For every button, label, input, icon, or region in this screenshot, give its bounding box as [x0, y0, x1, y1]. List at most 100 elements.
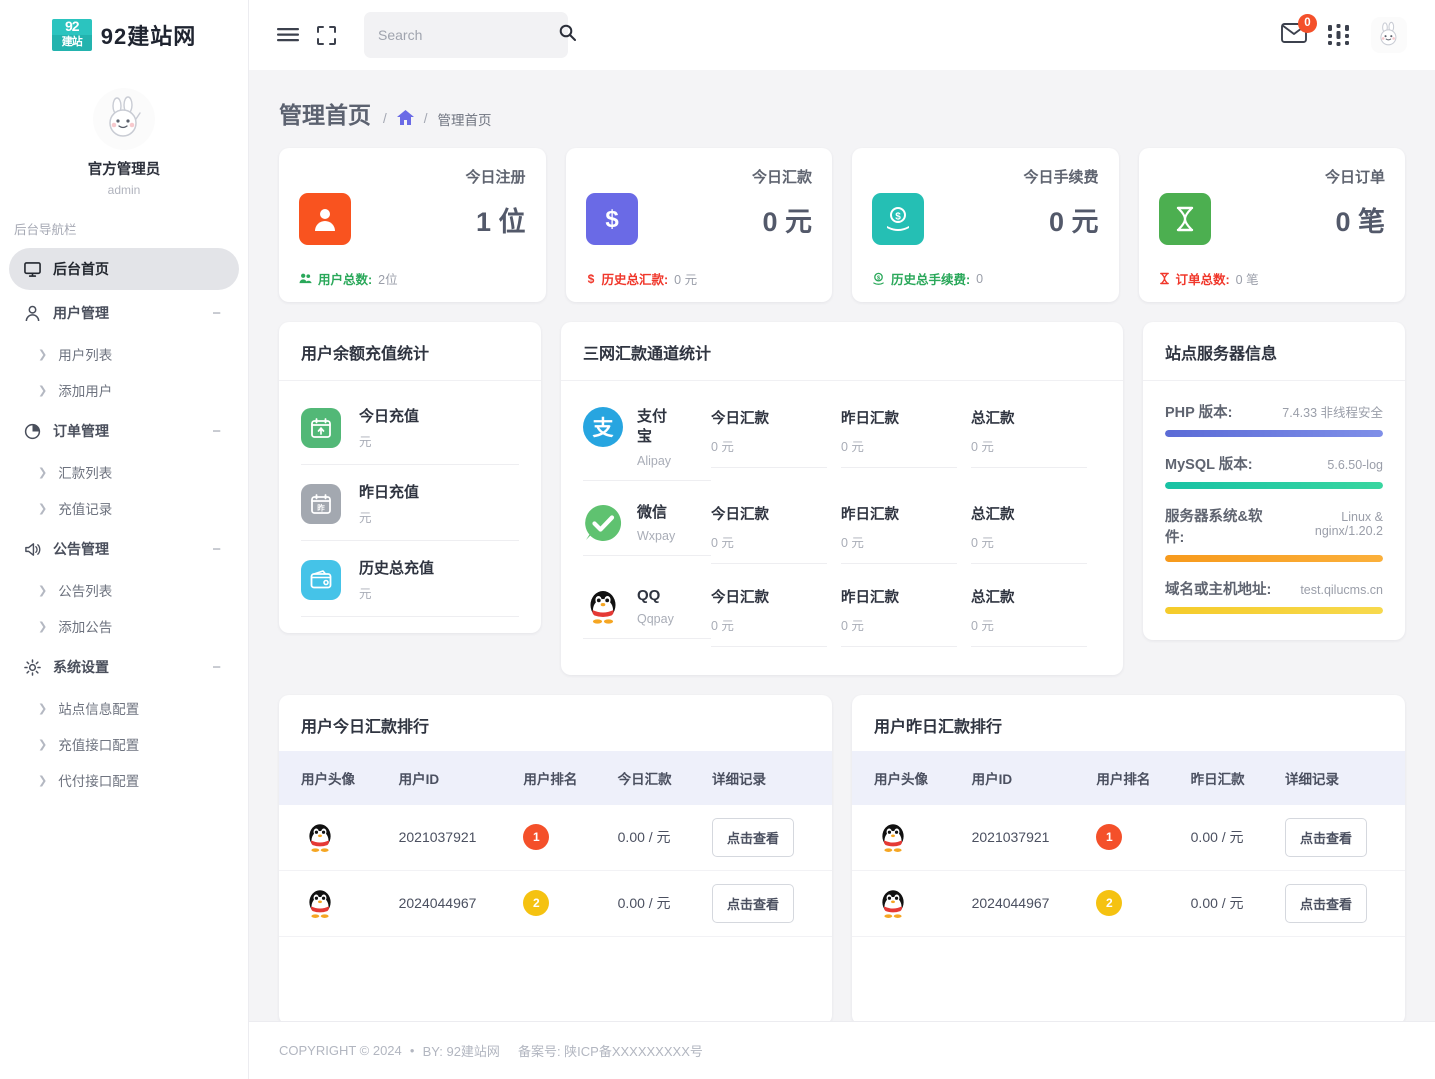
channel-name: QQ [637, 586, 661, 604]
stat-card-1[interactable]: 今日注册 1 位用户总数: 2位 [279, 148, 546, 302]
server-info-item-3: 服务器系统&软件: Linux & nginx/1.20.2 [1165, 493, 1383, 566]
view-detail-button[interactable]: 点击查看 [711, 883, 794, 923]
channel-col-value: 0 元 [711, 618, 734, 633]
search-input[interactable] [378, 27, 559, 43]
channel-panel-body: 支支付宝 Alipay 今日汇款 0 元昨日汇款 0 元总汇款 0 元微信 Wxpay 今日汇… [561, 381, 1123, 675]
rank-today-table: 用户头像 用户ID 用户排名 今日汇款 详细记录 2021037921 1 0.00 / 元点… [279, 750, 832, 937]
server-info-line: MySQL 版本: 5.6.50-log [1165, 453, 1383, 474]
table-row: 2021037921 1 0.00 / 元点击查看 [852, 804, 1405, 871]
alipay-icon: 支 [583, 407, 623, 447]
stat-card-2[interactable]: 今日汇款 $0 元 $ 历史总汇款: 0 元 [565, 148, 832, 302]
sidebar-item-4[interactable]: 公告管理 − [9, 528, 239, 570]
stat-card-foot-label: 历史总手续费: [891, 273, 971, 287]
view-detail-button[interactable]: 点击查看 [1284, 883, 1367, 923]
qq-penguin-icon [874, 884, 912, 922]
server-panel: 站点服务器信息 PHP 版本: 7.4.33 非线程安全 MySQL 版本: 5.6.… [1143, 322, 1405, 640]
user-icon [23, 304, 41, 322]
collapse-toggle-icon[interactable]: − [212, 659, 221, 676]
server-info-progress-fill [1165, 555, 1383, 562]
rank-today-col-3: 用户排名 [513, 750, 608, 805]
apps-grid-icon[interactable] [1327, 24, 1351, 46]
wallet-icon [309, 568, 333, 592]
channel-col-value: 0 元 [711, 440, 734, 454]
user-rank-cell: 1 [513, 804, 608, 871]
server-info-key: MySQL 版本: [1165, 457, 1253, 473]
stat-card-footer: $ 历史总汇款: 0 元 [586, 259, 813, 288]
sidebar-subitem-2-2[interactable]: ❯ 添加用户 [0, 372, 248, 408]
brand-logo-area[interactable]: 92 建站 92建站网 [0, 0, 248, 70]
channel-cell-1-3: 总汇款 0 元 [971, 393, 1087, 468]
sidebar-item-3[interactable]: 订单管理 − [9, 410, 239, 452]
stat-card-foot-label: 订单总数: [1175, 273, 1230, 287]
channel-cell-1-2: 昨日汇款 0 元 [841, 393, 957, 468]
sidebar-subitem-3-2[interactable]: ❯ 充值记录 [0, 490, 248, 526]
server-info-progress-fill [1165, 607, 1383, 614]
stat-card-footer: $ 历史总手续费: 0 [872, 259, 1099, 288]
sidebar-item-2[interactable]: 用户管理 − [9, 292, 239, 334]
sidebar-subitem-5-2[interactable]: ❯ 充值接口配置 [0, 726, 248, 762]
brand-logo-line2: 建站 [51, 35, 92, 51]
server-info-progress-track [1165, 430, 1383, 437]
sidebar-subitem-4-2[interactable]: ❯ 添加公告 [0, 608, 248, 644]
channel-subname: Wxpay [637, 528, 676, 543]
profile-name: 官方管理员 [87, 162, 161, 178]
sidebar-subitem-3-1[interactable]: ❯ 汇款列表 [0, 454, 248, 490]
qq-penguin-icon [301, 818, 339, 856]
channel-name-text: 微信 Wxpay [637, 503, 675, 543]
sidebar-item-label: 系统设置 [53, 659, 109, 675]
rank-yesterday-col-1: 用户头像 [852, 750, 962, 805]
user-avatar-button[interactable] [1371, 17, 1407, 53]
view-detail-button[interactable]: 点击查看 [1284, 817, 1367, 857]
channel-cell-2-3: 总汇款 0 元 [971, 489, 1087, 564]
channel-row-1: 支支付宝 Alipay 今日汇款 0 元 昨日汇款 0 元 总汇款 0 元 [583, 389, 1101, 485]
fullscreen-icon[interactable] [317, 25, 336, 45]
sidebar-subitem-4-1[interactable]: ❯ 公告列表 [0, 572, 248, 608]
server-panel-title: 站点服务器信息 [1143, 322, 1405, 381]
sidebar-subitem-label: 充值记录 [58, 502, 113, 517]
channel-col-value: 0 元 [841, 440, 864, 454]
monitor-icon [23, 260, 41, 278]
messages-button[interactable]: 0 [1281, 13, 1317, 48]
rank-tables-row: 用户今日汇款排行 用户头像 用户ID 用户排名 今日汇款 详细记录 2021037921 1… [249, 694, 1435, 1021]
stat-card-label: 今日手续费 [1023, 169, 1099, 186]
sidebar-item-5[interactable]: 系统设置 − [9, 646, 239, 688]
stat-card-value: 0 元 [1048, 206, 1099, 237]
amount-cell: 0.00 / 元 [607, 870, 702, 937]
profile-avatar[interactable] [93, 88, 155, 150]
sidebar-subitem-label: 站点信息配置 [58, 702, 140, 717]
calendar-yesterday-icon: 昨 [309, 492, 333, 516]
balance-row-3: 历史总充值元 [301, 541, 519, 617]
search-icon[interactable] [559, 24, 576, 46]
rank-badge: 1 [523, 824, 550, 850]
server-info-item-2: MySQL 版本: 5.6.50-log [1165, 441, 1383, 493]
user-avatar-cell [279, 804, 389, 871]
chevron-right-icon: ❯ [38, 702, 48, 715]
stat-card-value: 1 位 [475, 206, 526, 237]
view-detail-button[interactable]: 点击查看 [711, 817, 794, 857]
home-icon[interactable] [396, 109, 414, 128]
rank-yesterday-table: 用户头像 用户ID 用户排名 昨日汇款 详细记录 2021037921 1 0.00 / 元点… [852, 750, 1405, 937]
sidebar-subitem-5-3[interactable]: ❯ 代付接口配置 [0, 762, 248, 798]
stat-card-foot-value: 0 笔 [1235, 273, 1259, 287]
calendar-today-icon [309, 416, 333, 440]
hamburger-icon[interactable] [277, 27, 299, 43]
chevron-right-icon: ❯ [38, 620, 48, 633]
stat-card-foot-value: 2位 [378, 273, 398, 287]
sidebar-subitem-5-1[interactable]: ❯ 站点信息配置 [0, 690, 248, 726]
sidebar-item-label: 用户管理 [53, 305, 109, 321]
collapse-toggle-icon[interactable]: − [212, 541, 221, 558]
chevron-right-icon: ❯ [38, 348, 48, 361]
brand-name: 92建站网 [100, 24, 197, 49]
search-box[interactable] [364, 12, 576, 58]
breadcrumb-sep-1: / [383, 111, 387, 126]
stat-card-3[interactable]: 今日手续费 $0 元 $ 历史总手续费: 0 [852, 148, 1119, 302]
collapse-toggle-icon[interactable]: − [212, 423, 221, 440]
stat-card-4[interactable]: 今日订单 0 笔订单总数: 0 笔 [1138, 148, 1405, 302]
rank-yesterday-col-3: 用户排名 [1086, 750, 1181, 805]
sidebar-subitem-2-1[interactable]: ❯ 用户列表 [0, 336, 248, 372]
sidebar-nav: 后台首页 用户管理 − ❯ 用户列表 ❯ 添加用户 订单管理 − ❯ 汇款列表 ❯ 充值记录 公告管理 − ❯… [0, 246, 248, 1079]
dollar-small-icon: $ [586, 272, 596, 285]
stat-card-value: 0 笔 [1335, 206, 1385, 237]
collapse-toggle-icon[interactable]: − [212, 305, 221, 322]
sidebar-item-1[interactable]: 后台首页 [9, 248, 239, 290]
